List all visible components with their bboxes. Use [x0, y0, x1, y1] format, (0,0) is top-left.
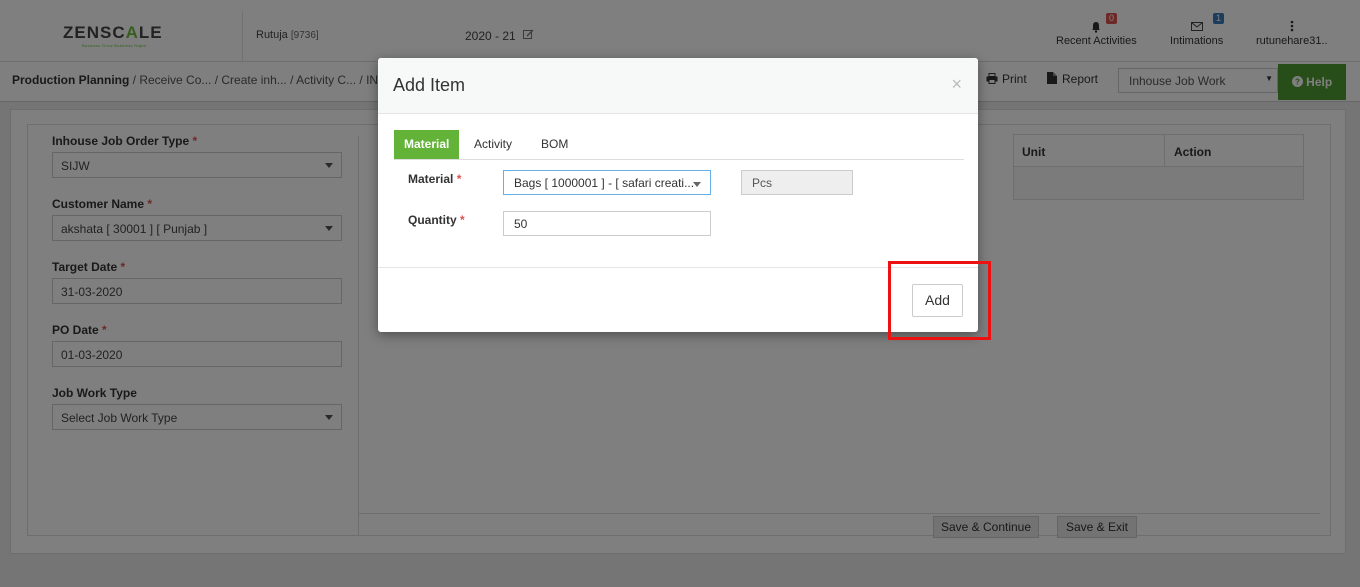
unit-display: Pcs: [741, 170, 853, 195]
modal-header: Add Item ×: [378, 58, 978, 114]
tab-material[interactable]: Material: [394, 130, 460, 159]
material-label: Material *: [408, 172, 462, 186]
highlight-annotation: [888, 261, 991, 340]
quantity-input[interactable]: 50: [503, 211, 711, 236]
material-select[interactable]: Bags [ 1000001 ] - [ safari creati...: [503, 170, 711, 195]
modal-title: Add Item: [393, 75, 466, 95]
material-select-value: Bags [ 1000001 ] - [ safari creati...: [514, 176, 695, 190]
quantity-label: Quantity *: [408, 213, 465, 227]
close-icon[interactable]: ×: [951, 74, 962, 95]
caret-down-icon: [693, 182, 701, 187]
modal-tabs: Material Activity BOM: [394, 130, 964, 160]
tab-activity[interactable]: Activity: [464, 130, 522, 159]
tab-bom[interactable]: BOM: [531, 130, 578, 159]
